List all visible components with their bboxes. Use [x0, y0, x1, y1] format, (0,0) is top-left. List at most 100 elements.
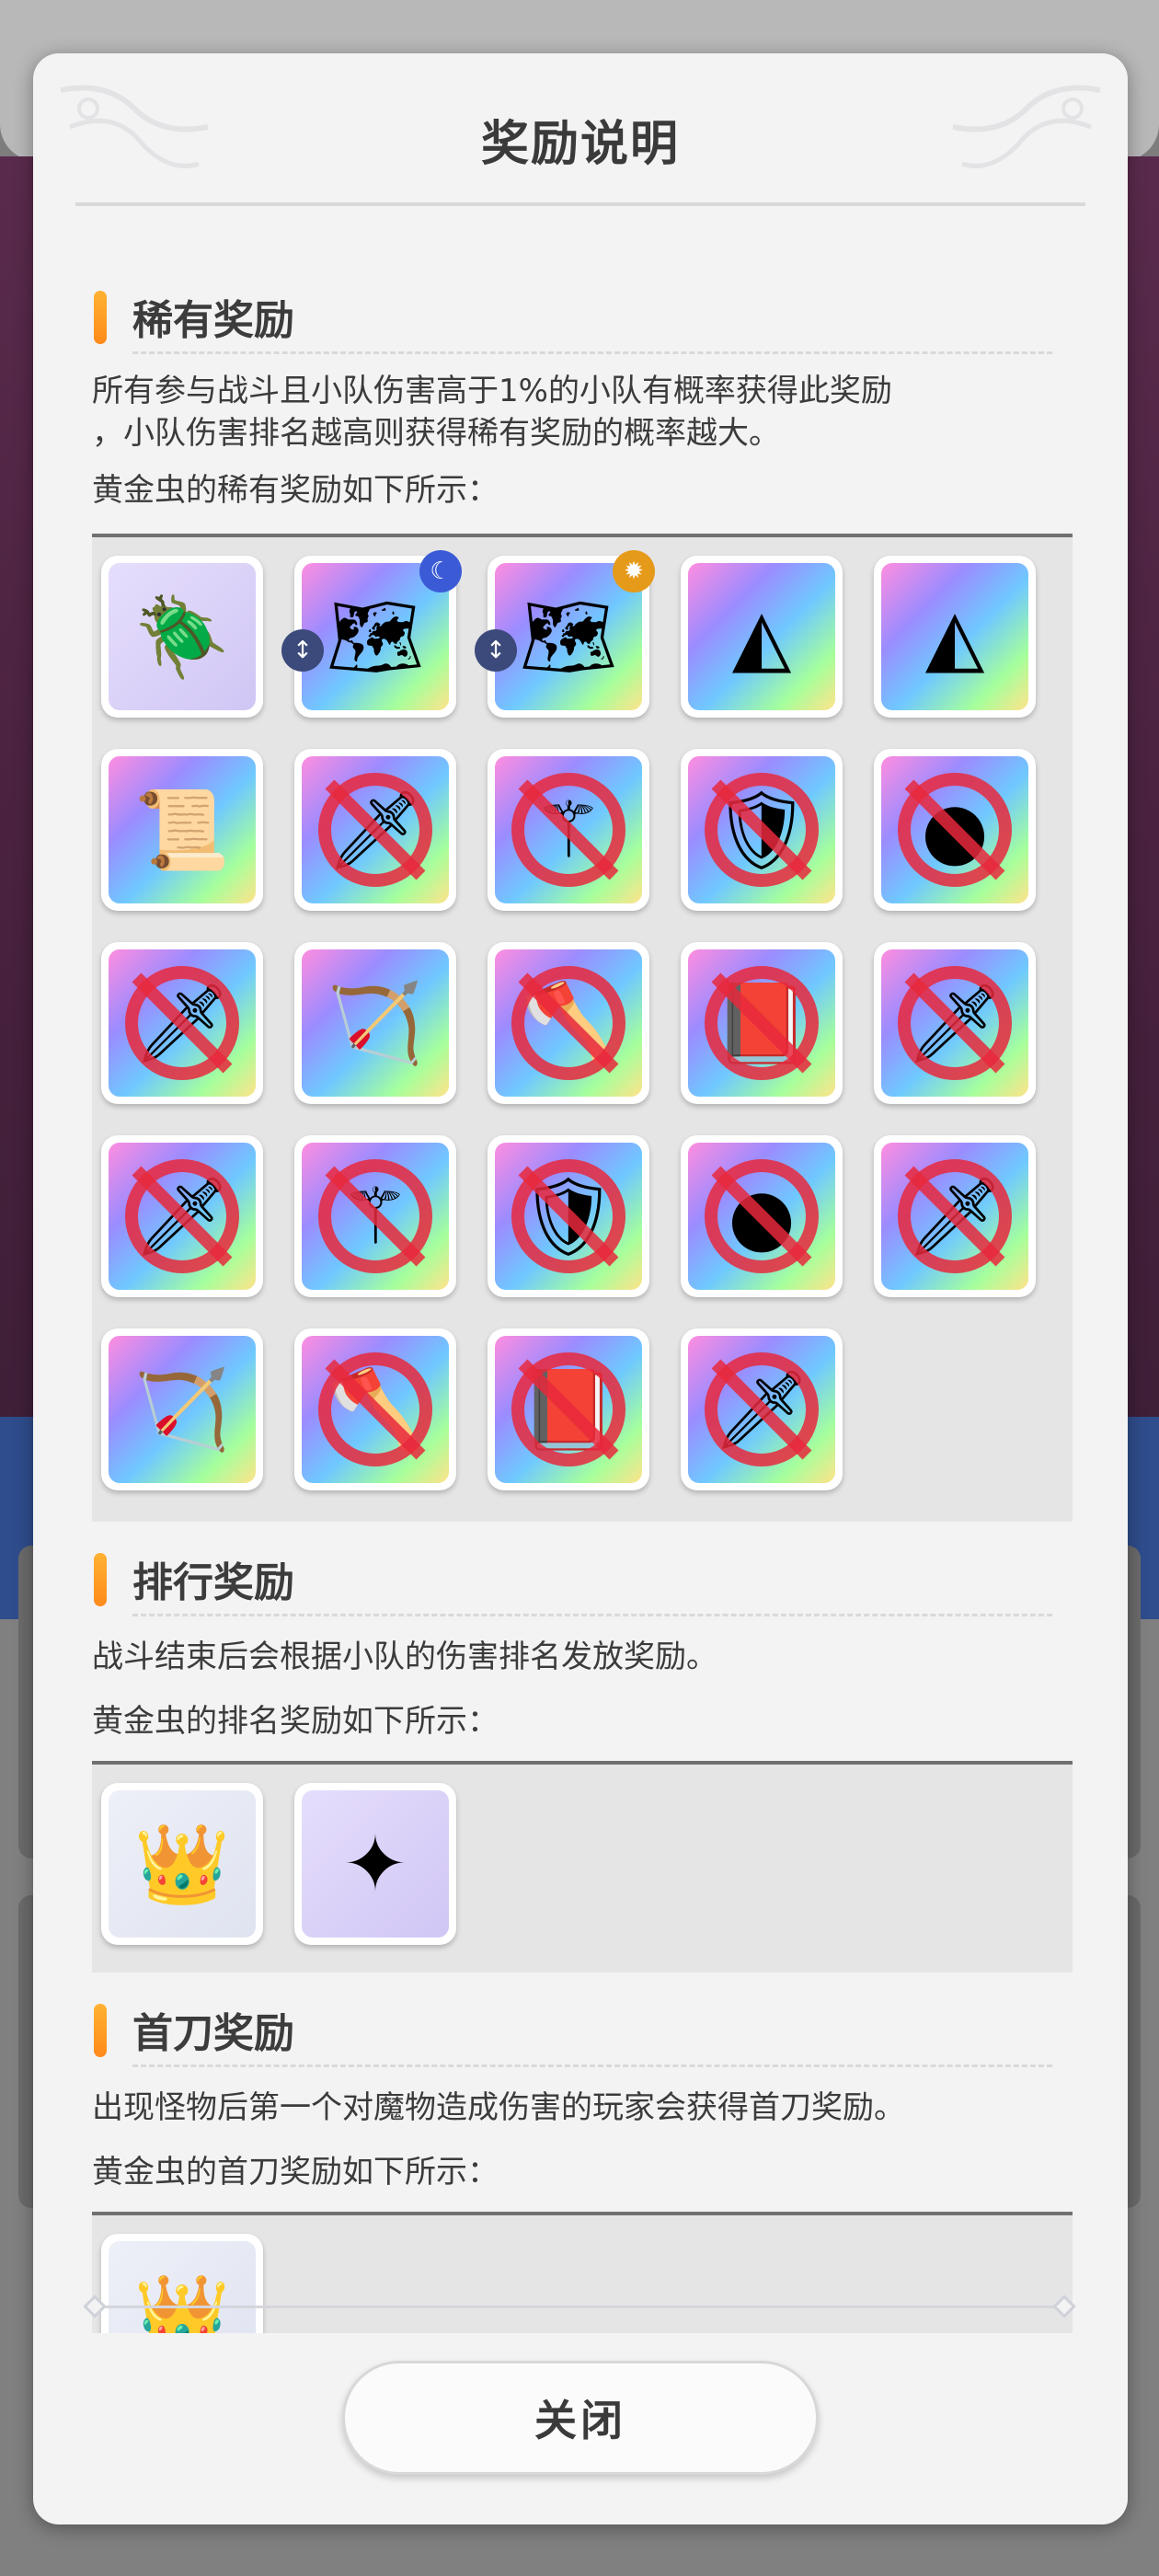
reward-item[interactable]: 🗡: [294, 749, 456, 911]
reward-item-image: 🛡: [495, 1143, 642, 1290]
reward-item[interactable]: 🗺 ☾ ↕: [281, 550, 462, 718]
reward-item-image: 🛡: [688, 756, 835, 903]
reward-item[interactable]: ⚚: [294, 1135, 456, 1297]
bow-icon: 🏹: [133, 1363, 231, 1455]
section-accent-bar: [94, 2004, 107, 2057]
dialog-title: 奖励说明: [480, 117, 680, 172]
reward-item[interactable]: ◭: [681, 556, 843, 718]
prohibited-icon: [705, 1159, 819, 1273]
rank-reward-grid: 👑 ✦: [92, 1761, 1073, 1972]
reward-item[interactable]: 🗡: [101, 1135, 263, 1297]
reward-item-image: ⚚: [302, 1143, 449, 1290]
reward-item[interactable]: 🗡: [874, 1135, 1036, 1297]
reward-item[interactable]: ●: [681, 1135, 843, 1297]
reward-item-image: 🗡: [302, 756, 449, 903]
first-description: 出现怪物后第一个对魔物造成伤害的玩家会获得首刀奖励。: [92, 2089, 905, 2126]
section-accent-bar: [94, 291, 107, 344]
reward-item-image: ◭: [688, 563, 835, 710]
prohibited-icon: [125, 966, 239, 1080]
prohibited-icon: [511, 1352, 625, 1466]
bottom-divider: [88, 2306, 1073, 2308]
reward-item-image: 👑: [109, 1790, 256, 1938]
golden-emblem-icon: ✦: [342, 1819, 408, 1909]
section-divider: [132, 2064, 1052, 2067]
reward-item[interactable]: 🪓: [294, 1328, 456, 1490]
title-divider: [75, 202, 1085, 206]
reward-item[interactable]: 🪲: [101, 556, 263, 718]
reward-item-image: 🗡: [109, 949, 256, 1097]
bow-icon: 🏹: [327, 977, 424, 1068]
section-divider: [132, 1614, 1052, 1616]
prohibited-icon: [705, 966, 819, 1080]
prohibited-icon: [511, 773, 625, 887]
swap-badge-icon: ↕: [281, 629, 324, 672]
rank-subtitle: 黄金虫的排名奖励如下所示：: [92, 1703, 499, 1740]
reward-item[interactable]: ◭: [874, 556, 1036, 718]
reward-item-image: 🪲: [109, 563, 256, 710]
reward-item[interactable]: 🏹: [101, 1328, 263, 1490]
reward-item-image: 📜: [109, 756, 256, 903]
reward-item-image: ✦: [302, 1790, 449, 1938]
reward-item[interactable]: 🗡: [101, 942, 263, 1104]
prohibited-icon: [511, 966, 625, 1080]
prohibited-icon: [511, 1159, 625, 1273]
reward-item-image: 🪓: [495, 949, 642, 1097]
reward-item-image: 🪓: [302, 1336, 449, 1483]
reward-item[interactable]: ⚚: [488, 749, 649, 911]
reward-item-image: 🗡: [881, 949, 1028, 1097]
reward-item[interactable]: 🛡: [488, 1135, 649, 1297]
reward-item[interactable]: 🗡: [874, 942, 1036, 1104]
first-reward-grid: 👑: [92, 2212, 1073, 2333]
rare-description-line-2: ，小队伤害排名越高则获得稀有奖励的概率越大。: [92, 415, 780, 452]
reward-item[interactable]: 🛡: [681, 749, 843, 911]
reward-item-image: 🗡: [109, 1143, 256, 1290]
reward-info-dialog: 奖励说明 稀有奖励 所有参与战斗且小队伤害高于1%的小队有概率获得此奖励 ，小队…: [33, 53, 1128, 2524]
reward-item[interactable]: 👑: [101, 1783, 263, 1945]
reward-item-image: 📕: [688, 949, 835, 1097]
reward-item[interactable]: 🪓: [488, 942, 649, 1104]
reward-item[interactable]: 📕: [488, 1328, 649, 1490]
reward-item-image: ●: [688, 1143, 835, 1290]
section-header-first: 首刀奖励: [94, 1996, 1052, 2067]
close-button[interactable]: 关闭: [342, 2361, 819, 2475]
prohibited-icon: [318, 1352, 432, 1466]
reward-item-image: 🗡: [881, 1143, 1028, 1290]
first-subtitle: 黄金虫的首刀奖励如下所示：: [92, 2154, 499, 2191]
swap-badge-icon: ↕: [475, 629, 517, 672]
prohibited-icon: [125, 1159, 239, 1273]
reward-item[interactable]: 🗺 ✹ ↕: [475, 550, 655, 718]
reward-scroll-area[interactable]: 稀有奖励 所有参与战斗且小队伤害高于1%的小队有概率获得此奖励 ，小队伤害排名越…: [33, 219, 1128, 2333]
prism-shard-icon: ◭: [924, 592, 985, 682]
prohibited-icon: [318, 1159, 432, 1273]
reward-item[interactable]: ●: [874, 749, 1036, 911]
treasure-map-icon: 📜: [133, 784, 231, 875]
rare-description-line-1: 所有参与战斗且小队伤害高于1%的小队有概率获得此奖励: [92, 373, 892, 409]
moon-badge-icon: ☾: [419, 550, 462, 592]
crown-coin-icon: 👑: [133, 1818, 231, 1909]
section-title: 排行奖励: [132, 1559, 294, 1606]
prohibited-icon: [705, 1352, 819, 1466]
reward-item-image: 👑: [109, 2241, 256, 2333]
section-header-rank: 排行奖励: [94, 1546, 1052, 1616]
rare-subtitle: 黄金虫的稀有奖励如下所示：: [92, 472, 499, 509]
golden-beetle-icon: 🪲: [133, 591, 231, 682]
reward-item[interactable]: 🗡: [681, 1328, 843, 1490]
reward-item[interactable]: 👑: [101, 2234, 263, 2333]
section-divider: [132, 351, 1052, 354]
reward-item-image: ◭: [881, 563, 1028, 710]
reward-item-image: 🏹: [302, 949, 449, 1097]
reward-item[interactable]: 🏹: [294, 942, 456, 1104]
prohibited-icon: [898, 966, 1012, 1080]
reward-item-image: ⚚: [495, 756, 642, 903]
reward-item-image: 🏹: [109, 1336, 256, 1483]
reward-item-image: ●: [881, 756, 1028, 903]
prohibited-icon: [898, 773, 1012, 887]
section-title: 稀有奖励: [132, 297, 294, 344]
section-header-rare: 稀有奖励: [94, 283, 1052, 354]
reward-item[interactable]: 📕: [681, 942, 843, 1104]
reward-item[interactable]: 📜: [101, 749, 263, 911]
reward-item-image: 🗡: [688, 1336, 835, 1483]
reward-item[interactable]: ✦: [294, 1783, 456, 1945]
prohibited-icon: [318, 773, 432, 887]
rare-reward-grid: 🪲 🗺 ☾ ↕ 🗺 ✹ ↕ ◭ ◭ 📜 🗡 ⚚ 🛡 ● 🗡 🏹 🪓 📕 🗡 🗡 ⚚ 🛡 ● 🗡 🏹 🪓 📕 🗡: [92, 534, 1073, 1522]
